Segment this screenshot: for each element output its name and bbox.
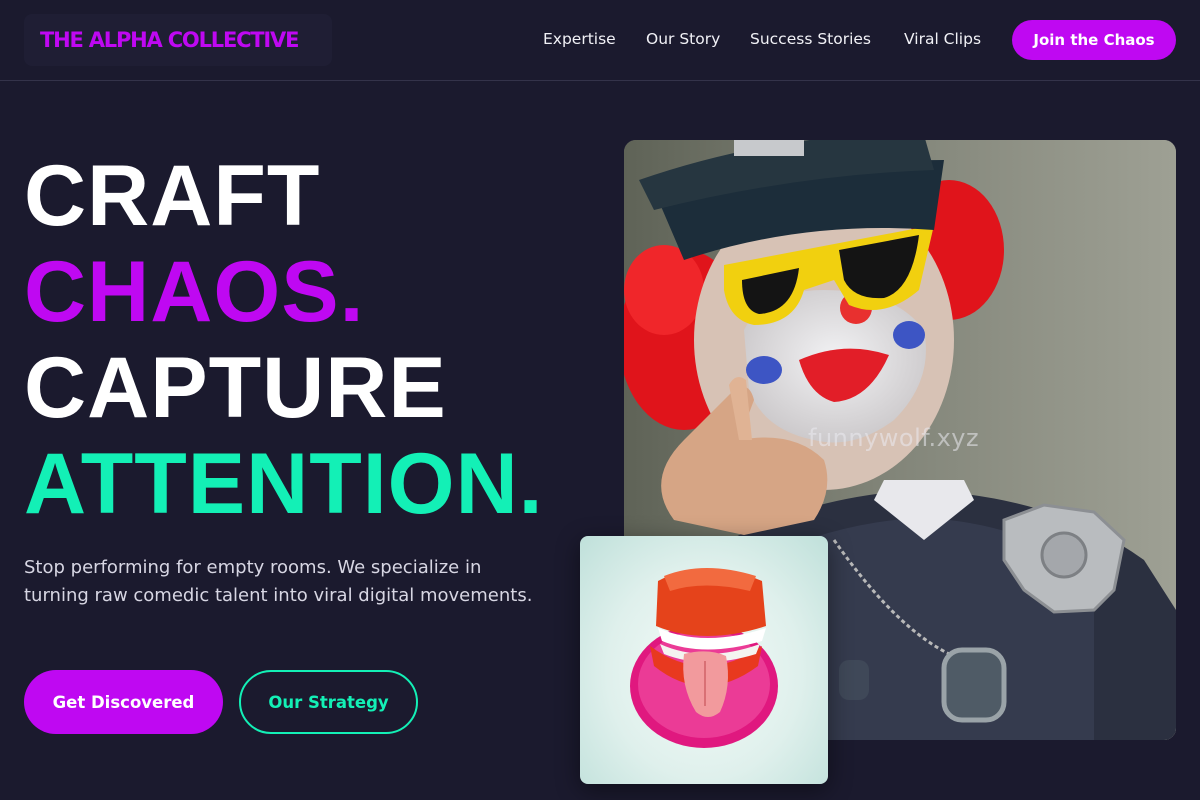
nav-link-our-story[interactable]: Our Story: [646, 30, 720, 48]
top-navigation: THE ALPHA COLLECTIVE Expertise Our Story…: [0, 0, 1200, 81]
chattering-teeth-illustration: [630, 568, 778, 748]
wind-up-chattering-teeth-photo: [580, 536, 828, 784]
nav-link-success-stories[interactable]: Success Stories: [750, 30, 871, 48]
image-watermark: funnywolf.xyz: [808, 424, 980, 452]
our-strategy-button[interactable]: Our Strategy: [239, 670, 418, 734]
get-discovered-button[interactable]: Get Discovered: [24, 670, 223, 734]
headline-line-craft: CRAFT: [24, 148, 321, 244]
nav-link-viral-clips[interactable]: Viral Clips: [904, 30, 981, 48]
headline-line-capture: CAPTURE: [24, 340, 447, 436]
nav-link-expertise[interactable]: Expertise: [543, 30, 616, 48]
headline-line-attention: ATTENTION.: [24, 436, 544, 532]
brand-logo[interactable]: THE ALPHA COLLECTIVE: [24, 14, 332, 66]
hero-subtext: Stop performing for empty rooms. We spec…: [24, 557, 533, 606]
headline-line-chaos: CHAOS.: [24, 244, 365, 340]
join-the-chaos-button[interactable]: Join the Chaos: [1012, 20, 1176, 60]
